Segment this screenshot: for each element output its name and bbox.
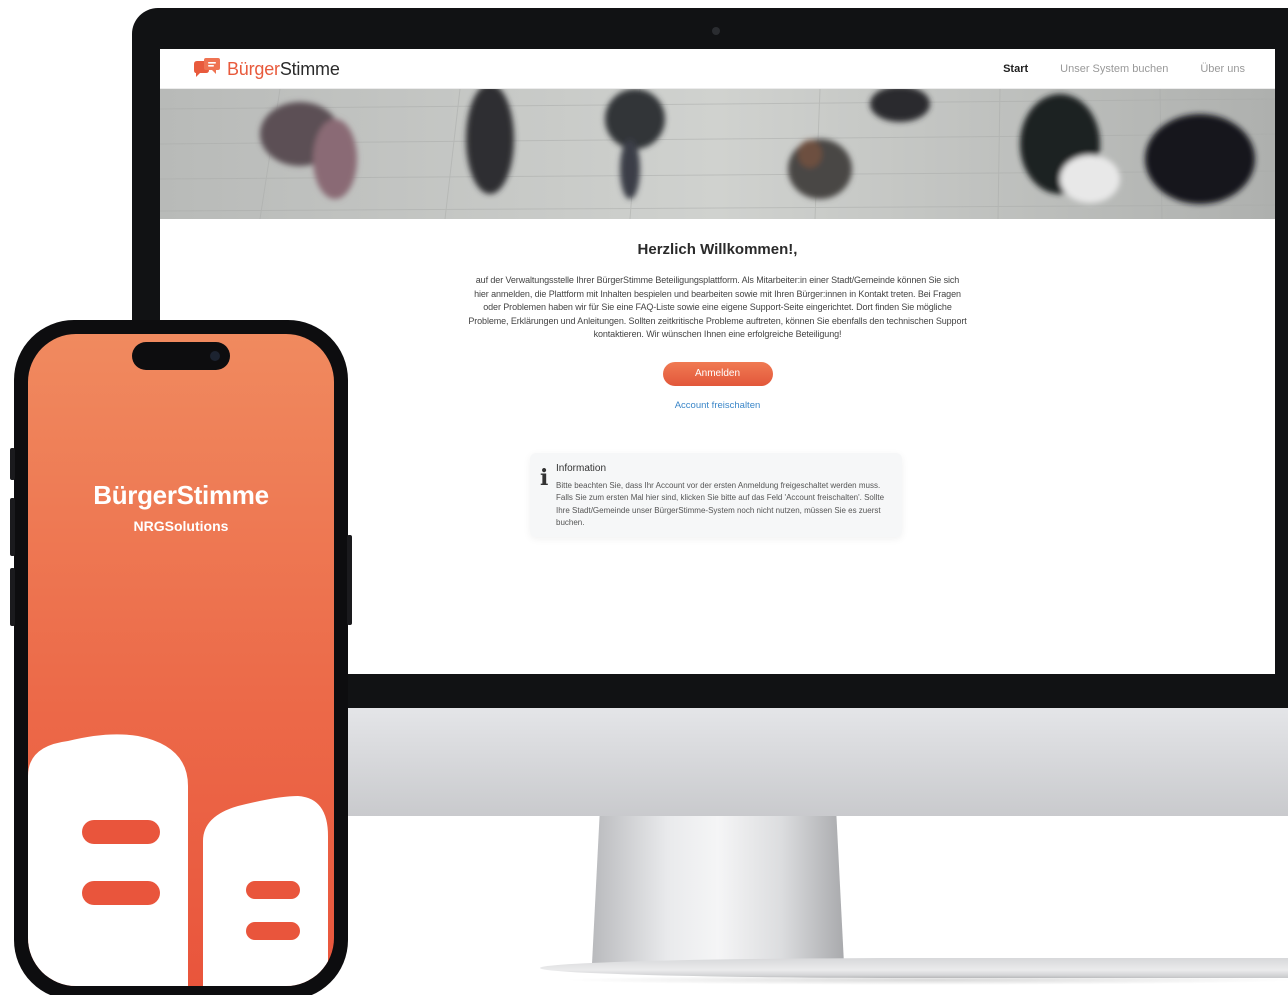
phone-power-button xyxy=(347,535,352,625)
monitor-stand xyxy=(592,816,844,964)
nav-item-about[interactable]: Über uns xyxy=(1200,63,1245,75)
phone-side-button xyxy=(10,448,15,480)
stand-shadow xyxy=(560,975,1288,985)
app-title: BürgerStimme xyxy=(93,480,269,510)
nav-item-start[interactable]: Start xyxy=(1003,63,1028,75)
information-box: i Information Bitte beachten Sie, dass I… xyxy=(530,453,902,537)
phone-device: BürgerStimme NRGSolutions xyxy=(10,320,352,995)
front-camera xyxy=(210,351,220,361)
main-nav: Start Unser System buchen Über uns xyxy=(1003,63,1245,75)
info-text: Bitte beachten Sie, dass Ihr Account vor… xyxy=(556,481,885,528)
phone-volume-down xyxy=(10,568,15,626)
phone-volume-up xyxy=(10,498,15,556)
monitor-camera xyxy=(712,27,720,35)
brand-logo[interactable]: BürgerStimme xyxy=(192,58,340,80)
nav-item-book-system[interactable]: Unser System buchen xyxy=(1060,63,1168,75)
top-navbar: BürgerStimme Start Unser System buchen Ü… xyxy=(160,49,1275,89)
intro-text: auf der Verwaltungsstelle Ihrer BürgerSt… xyxy=(468,275,967,340)
page-title: Herzlich Willkommen!, xyxy=(637,241,798,258)
hero-image xyxy=(160,89,1275,219)
buildings-illustration-icon xyxy=(28,734,328,986)
brand-name: BürgerStimme xyxy=(227,58,340,79)
phone-screen: BürgerStimme NRGSolutions xyxy=(28,334,334,986)
info-title: Information xyxy=(556,463,607,474)
crowd-photo-icon xyxy=(160,89,1275,219)
phone-notch xyxy=(132,342,230,370)
app-subtitle: NRGSolutions xyxy=(133,518,229,534)
speech-bubbles-icon xyxy=(194,58,220,77)
login-button[interactable]: Anmelden xyxy=(662,361,773,386)
info-icon: i xyxy=(540,465,549,491)
